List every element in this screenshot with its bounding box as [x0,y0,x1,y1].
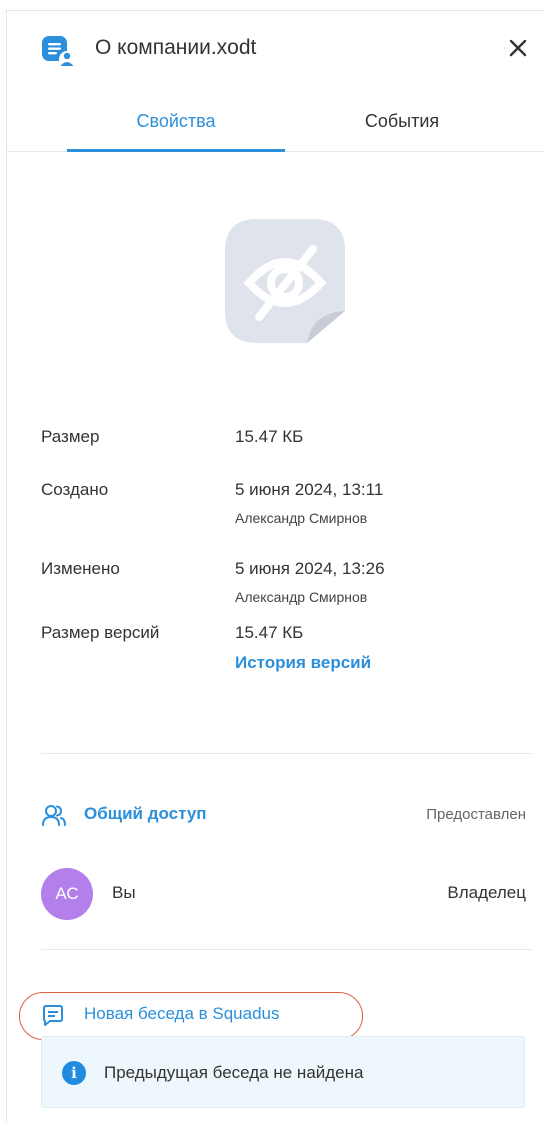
panel-title: О компании.xodt [95,36,257,59]
file-properties-panel: О компании.xodt Свойства События Размер … [6,10,545,1122]
info-notice: i Предыдущая беседа не найдена [41,1036,525,1108]
property-value: 15.47 КБ [235,623,304,642]
avatar: АС [41,868,93,920]
users-icon [42,805,66,826]
hidden-eye-icon [225,219,345,343]
tab-events[interactable]: События [293,111,511,151]
tab-bar: Свойства События [7,101,545,152]
property-label: Изменено [41,559,120,578]
user-role: Владелец [447,883,526,902]
sharing-status: Предоставлен [426,806,526,823]
document-user-icon [42,36,75,67]
close-icon[interactable] [503,33,533,63]
property-value: 15.47 КБ [235,427,304,446]
chat-icon [43,1005,63,1026]
divider [41,949,532,950]
property-value: 5 июня 2024, 13:26 [235,559,385,578]
property-label: Размер версий [41,623,160,642]
user-name: Вы [112,883,136,902]
notice-text: Предыдущая беседа не найдена [104,1063,364,1082]
version-history-link[interactable]: История версий [235,653,371,673]
property-label: Создано [41,480,109,499]
property-author: Александр Смирнов [235,510,368,526]
panel-header: О компании.xodt [7,11,545,91]
property-label: Размер [41,427,100,446]
tab-events-label: События [364,111,440,131]
sharing-link[interactable]: Общий доступ [84,804,207,824]
active-tab-indicator [67,149,285,152]
info-icon: i [62,1061,86,1085]
new-chat-link[interactable]: Новая беседа в Squadus [84,1004,280,1024]
tab-properties[interactable]: Свойства [67,111,285,152]
property-author: Александр Смирнов [235,589,368,605]
tab-properties-label: Свойства [136,111,216,131]
property-value: 5 июня 2024, 13:11 [235,480,384,499]
divider [41,753,532,754]
